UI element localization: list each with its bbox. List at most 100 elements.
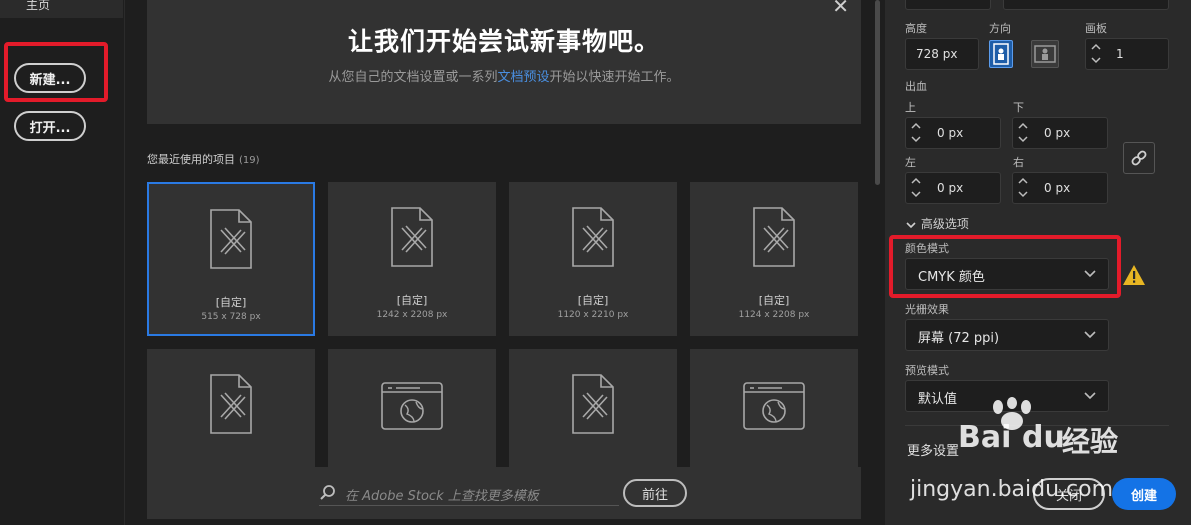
recent-label: 您最近使用的项目 bbox=[147, 153, 235, 166]
raster-effects-value: 屏幕 (72 ppi) bbox=[918, 331, 1000, 346]
units-field[interactable] bbox=[1003, 0, 1169, 10]
artboard-field[interactable]: 1 bbox=[1085, 38, 1169, 70]
document-pencil-icon bbox=[571, 206, 615, 271]
width-field[interactable] bbox=[905, 0, 991, 10]
height-label: 高度 bbox=[905, 22, 927, 35]
hero-subtitle-text: 从您自己的文档设置或一系列 bbox=[328, 70, 498, 85]
raster-effects-label: 光栅效果 bbox=[905, 303, 949, 316]
advanced-options-toggle[interactable]: 高级选项 bbox=[905, 215, 969, 232]
hero-subtitle: 从您自己的文档设置或一系列文档预设开始以快速开始工作。 bbox=[147, 66, 861, 85]
recent-item-name: [自定] bbox=[215, 296, 247, 309]
bleed-top-field[interactable]: 0 px bbox=[905, 117, 1001, 149]
divider bbox=[905, 425, 1169, 426]
chevron-down-icon bbox=[1084, 392, 1096, 400]
browser-globe-icon bbox=[380, 381, 444, 434]
bleed-right-label: 右 bbox=[1013, 156, 1024, 169]
warning-icon[interactable] bbox=[1122, 264, 1146, 289]
create-button-label: 创建 bbox=[1130, 488, 1157, 504]
go-button[interactable]: 前往 bbox=[623, 479, 687, 507]
bleed-right-field[interactable]: 0 px bbox=[1012, 172, 1108, 204]
bleed-bottom-field[interactable]: 0 px bbox=[1012, 117, 1108, 149]
orientation-label: 方向 bbox=[989, 22, 1011, 35]
more-settings-link[interactable]: 更多设置 bbox=[907, 440, 959, 459]
link-icon bbox=[1131, 150, 1147, 166]
hero-subtitle-text-end: 开始以快速开始工作。 bbox=[549, 70, 680, 85]
recent-item-tile[interactable]: [自定] 1124 x 2208 px bbox=[690, 182, 858, 336]
recent-item-size: 1120 x 2210 px bbox=[557, 310, 629, 320]
bleed-left-stepper[interactable] bbox=[908, 175, 926, 201]
bleed-top-label: 上 bbox=[905, 101, 916, 114]
landscape-button[interactable] bbox=[1031, 40, 1059, 68]
chevron-down-icon bbox=[1084, 331, 1096, 339]
chevron-down-icon[interactable] bbox=[911, 189, 921, 199]
chevron-down-icon bbox=[906, 221, 916, 228]
chevron-up-icon[interactable] bbox=[1018, 121, 1028, 131]
recent-item-name: [自定] bbox=[396, 294, 428, 307]
chevron-up-icon[interactable] bbox=[911, 121, 921, 131]
close-icon[interactable]: ✕ bbox=[832, 0, 849, 18]
document-pencil-icon bbox=[752, 206, 796, 271]
create-button[interactable]: 创建 bbox=[1112, 478, 1176, 510]
left-nav: 主页 新建... 打开... bbox=[0, 0, 125, 525]
artboard-value: 1 bbox=[1116, 47, 1124, 61]
recent-item-tile[interactable]: [自定] 1242 x 2208 px bbox=[328, 182, 496, 336]
link-bleed-button[interactable] bbox=[1123, 142, 1155, 174]
recent-item-tile[interactable] bbox=[328, 349, 496, 469]
chevron-down-icon[interactable] bbox=[911, 134, 921, 144]
raster-effects-select[interactable]: 屏幕 (72 ppi) bbox=[905, 319, 1109, 351]
landscape-icon bbox=[1034, 45, 1056, 63]
portrait-button[interactable] bbox=[989, 40, 1013, 68]
main-area: ✕ 让我们开始尝试新事物吧。 从您自己的文档设置或一系列文档预设开始以快速开始工… bbox=[125, 0, 880, 525]
preview-mode-select[interactable]: 默认值 bbox=[905, 380, 1109, 412]
recent-item-size: 515 x 728 px bbox=[201, 312, 261, 322]
color-mode-value: CMYK 颜色 bbox=[918, 270, 985, 285]
close-button-label: 关闭 bbox=[1055, 488, 1082, 504]
chevron-up-icon[interactable] bbox=[1018, 176, 1028, 186]
scrollbar[interactable] bbox=[875, 0, 880, 185]
bleed-top-stepper[interactable] bbox=[908, 120, 926, 146]
recent-item-tile[interactable]: [自定] 1120 x 2210 px bbox=[509, 182, 677, 336]
bleed-bottom-label: 下 bbox=[1013, 101, 1024, 114]
close-button[interactable]: 关闭 bbox=[1033, 478, 1105, 510]
recent-item-tile[interactable]: [自定] 515 x 728 px bbox=[147, 182, 315, 336]
recent-item-name: [自定] bbox=[577, 294, 609, 307]
chevron-up-icon[interactable] bbox=[1091, 42, 1101, 52]
open-button[interactable]: 打开... bbox=[14, 111, 86, 141]
chevron-up-icon[interactable] bbox=[911, 176, 921, 186]
bleed-right-value: 0 px bbox=[1044, 181, 1071, 195]
color-mode-select[interactable]: CMYK 颜色 bbox=[905, 258, 1109, 290]
bleed-bottom-value: 0 px bbox=[1044, 126, 1071, 140]
preview-mode-label: 预览模式 bbox=[905, 364, 949, 377]
nav-home[interactable]: 主页 bbox=[0, 0, 123, 18]
bleed-bottom-stepper[interactable] bbox=[1015, 120, 1033, 146]
recent-item-tile[interactable] bbox=[147, 349, 315, 469]
document-pencil-icon bbox=[571, 373, 615, 438]
height-field[interactable]: 728 px bbox=[905, 38, 979, 70]
preview-mode-value: 默认值 bbox=[918, 392, 958, 407]
recent-count: (19) bbox=[239, 155, 260, 166]
portrait-icon bbox=[993, 43, 1009, 65]
search-icon bbox=[319, 484, 337, 505]
chevron-down-icon bbox=[1084, 270, 1096, 278]
document-settings-panel: 高度 方向 画板 728 px 1 出血 上 下 0 px 0 px 左 右 0… bbox=[885, 0, 1191, 525]
new-button[interactable]: 新建... bbox=[14, 63, 86, 93]
recent-item-tile[interactable] bbox=[690, 349, 858, 469]
recent-item-size: 1124 x 2208 px bbox=[738, 310, 810, 320]
bleed-left-field[interactable]: 0 px bbox=[905, 172, 1001, 204]
hero-title: 让我们开始尝试新事物吧。 bbox=[347, 27, 660, 56]
bleed-top-value: 0 px bbox=[937, 126, 964, 140]
bleed-right-stepper[interactable] bbox=[1015, 175, 1033, 201]
chevron-down-icon[interactable] bbox=[1091, 55, 1101, 65]
hero-banner: ✕ 让我们开始尝试新事物吧。 从您自己的文档设置或一系列文档预设开始以快速开始工… bbox=[147, 0, 861, 124]
document-presets-link[interactable]: 文档预设 bbox=[497, 70, 549, 85]
chevron-down-icon[interactable] bbox=[1018, 189, 1028, 199]
artboard-label: 画板 bbox=[1085, 22, 1107, 35]
new-button-label: 新建... bbox=[29, 72, 71, 88]
stock-search-input[interactable]: 在 Adobe Stock 上查找更多模板 bbox=[319, 480, 619, 506]
recent-item-tile[interactable] bbox=[509, 349, 677, 469]
artboard-stepper[interactable] bbox=[1088, 41, 1106, 67]
nav-home-label: 主页 bbox=[26, 0, 51, 12]
chevron-down-icon[interactable] bbox=[1018, 134, 1028, 144]
bleed-label: 出血 bbox=[905, 80, 927, 93]
document-pencil-icon bbox=[209, 373, 253, 438]
